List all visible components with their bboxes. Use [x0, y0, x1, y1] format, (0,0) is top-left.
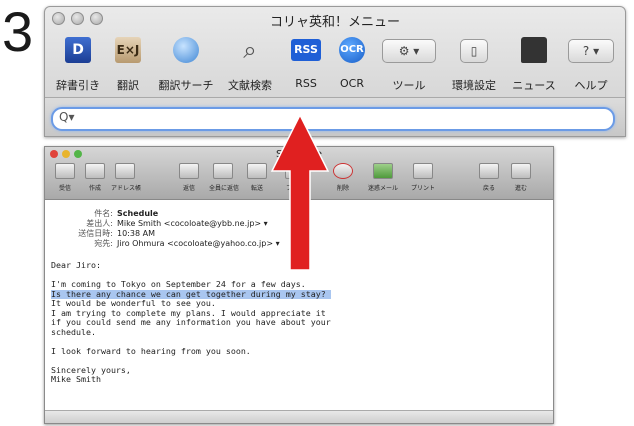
mail-forward-nav-label: 進む: [514, 185, 527, 192]
translate-icon: E×J: [115, 37, 141, 63]
mail-forward-button[interactable]: 転送: [243, 163, 271, 197]
signature: Mike Smith: [51, 374, 101, 384]
mail-body[interactable]: Dear Jiro: I'm coming to Tokyo on Septem…: [51, 260, 331, 385]
mail-back-button[interactable]: 戻る: [475, 163, 503, 197]
delete-icon: [333, 163, 353, 179]
rss-icon: RSS: [291, 39, 321, 61]
mail-address-button[interactable]: アドレス帳: [111, 163, 142, 197]
help-icon: ? ▾: [568, 39, 614, 63]
help-label: ヘルプ: [574, 79, 608, 92]
mail-forward-label: 転送: [250, 185, 263, 192]
address-book-icon: [115, 163, 135, 179]
date-value: 10:38 AM: [117, 229, 155, 238]
date-key: 送信日時:: [78, 229, 113, 238]
window-title: コリャ英和！メニュー: [269, 15, 400, 30]
search-bar: Q▾: [45, 97, 625, 136]
back-icon: [479, 163, 499, 179]
mail-headers: 件名: Schedule 差出人: Mike Smith <cocoloate@yb…: [53, 209, 280, 249]
tools-icon: ⚙ ▾: [382, 39, 436, 63]
body-line: schedule.: [51, 326, 96, 337]
translate-button[interactable]: E×J 翻訳: [101, 33, 155, 95]
mail-back-label: 戻る: [482, 185, 495, 192]
mailbox-icon: [521, 37, 547, 63]
subject-key: 件名:: [94, 209, 113, 218]
prefs-label: 環境設定: [452, 79, 496, 92]
mail-get-label: 受信: [58, 185, 71, 192]
doc-search-button[interactable]: ⌕ 文献検索: [223, 33, 277, 95]
mail-print-button[interactable]: プリント: [409, 163, 437, 197]
mail-reply-label: 返信: [182, 185, 195, 192]
compose-icon: [85, 163, 105, 179]
drag-arrow: [270, 115, 330, 270]
mail-status-bar: [45, 410, 553, 423]
to-key: 宛先:: [94, 239, 113, 248]
forward-icon: [247, 163, 267, 179]
search-icon[interactable]: Q▾: [59, 110, 74, 124]
mail-junk-label: 迷惑メール: [367, 185, 398, 192]
toolbar: D 辞書引き E×J 翻訳 翻訳サーチ ⌕ 文献検索 RSS RSS OCR O…: [45, 33, 625, 95]
mail-get-button[interactable]: 受信: [51, 163, 79, 197]
mail-address-label: アドレス帳: [111, 185, 142, 192]
mail-delete-label: 削除: [336, 185, 349, 192]
from-value[interactable]: Mike Smith <cocoloate@ybb.ne.jp> ▾: [117, 219, 268, 228]
reply-all-icon: [213, 163, 233, 179]
search-input[interactable]: Q▾: [51, 107, 615, 131]
dictionary-icon: D: [65, 37, 91, 63]
mail-delete-button[interactable]: 削除: [329, 163, 357, 197]
news-button[interactable]: ニュース: [507, 33, 561, 95]
tools-label: ツール: [392, 79, 426, 92]
junk-icon: [373, 163, 393, 179]
kolya-menu-window: コリャ英和！メニュー D 辞書引き E×J 翻訳 翻訳サーチ ⌕ 文献検索 RS…: [44, 6, 626, 137]
subject-value: Schedule: [117, 209, 159, 218]
mail-compose-label: 作成: [88, 185, 101, 192]
mail-junk-button[interactable]: 迷惑メール: [365, 163, 401, 197]
arrow-shape: [270, 115, 330, 270]
mail-print-label: プリント: [410, 185, 435, 192]
step-number: 3: [2, 0, 34, 63]
printer-icon: [413, 163, 433, 179]
magnifier-icon: ⌕: [243, 36, 257, 64]
help-button[interactable]: ? ▾ ヘルプ: [563, 33, 619, 95]
inbox-icon: [55, 163, 75, 179]
mail-forward-nav-button[interactable]: 進む: [507, 163, 535, 197]
translate-search-label: 翻訳サーチ: [158, 79, 214, 92]
from-key: 差出人:: [86, 219, 113, 228]
prefs-button[interactable]: ▯ 環境設定: [447, 33, 501, 95]
to-value[interactable]: Jiro Ohmura <cocoloate@yahoo.co.jp> ▾: [117, 239, 280, 248]
mail-reply-all-label: 全員に返信: [209, 185, 240, 192]
translate-search-button[interactable]: 翻訳サーチ: [159, 33, 214, 95]
globe-search-icon: [173, 37, 199, 63]
mail-reply-all-button[interactable]: 全員に返信: [209, 163, 240, 197]
ocr-icon: OCR: [339, 37, 365, 63]
prefs-icon: ▯: [460, 39, 488, 63]
mail-reply-button[interactable]: 返信: [175, 163, 203, 197]
body-line: I look forward to hearing from you soon.: [51, 345, 251, 356]
translate-label: 翻訳: [117, 79, 139, 92]
mail-compose-button[interactable]: 作成: [81, 163, 109, 197]
reply-icon: [179, 163, 199, 179]
next-icon: [511, 163, 531, 179]
tools-button[interactable]: ⚙ ▾ ツール: [377, 33, 441, 95]
